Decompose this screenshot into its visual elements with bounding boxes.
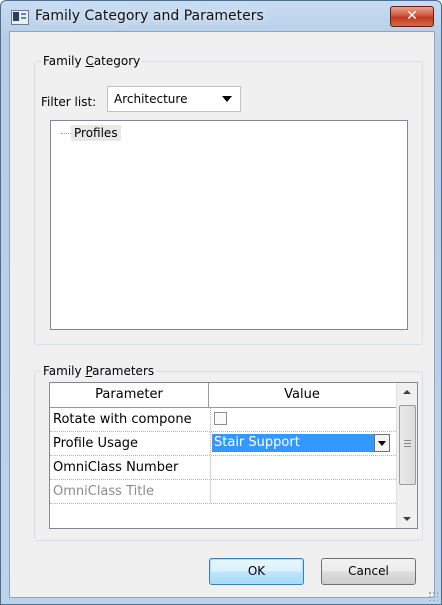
parameter-name: Profile Usage: [50, 432, 211, 455]
grid-row-profile-usage: Profile Usage Stair Support: [50, 432, 396, 456]
column-header-parameter[interactable]: Parameter: [50, 383, 209, 407]
tree-item-label: Profiles: [71, 125, 121, 141]
parameter-name: Rotate with compone: [50, 408, 211, 431]
cancel-button[interactable]: Cancel: [321, 558, 416, 585]
grid-row-omniclass-title: OmniClass Title: [50, 480, 396, 504]
category-tree[interactable]: Profiles: [50, 120, 408, 330]
column-header-value[interactable]: Value: [209, 383, 395, 407]
filter-list-label: Filter list:: [41, 95, 97, 109]
scroll-up-arrow-icon[interactable]: [397, 383, 417, 401]
grid-vertical-scrollbar[interactable]: [396, 383, 417, 528]
omniclass-title-value: [210, 480, 396, 503]
rotate-with-component-checkbox[interactable]: [214, 412, 227, 425]
parameters-grid: Parameter Value Rotate with compone Prof…: [49, 382, 418, 529]
grid-row-rotate-with-component: Rotate with compone: [50, 408, 396, 432]
scrollbar-thumb[interactable]: [399, 405, 416, 485]
filter-list-dropdown[interactable]: Architecture: [107, 86, 241, 112]
grid-header: Parameter Value: [50, 383, 396, 408]
grid-row-omniclass-number: OmniClass Number: [50, 456, 396, 480]
ok-button[interactable]: OK: [209, 558, 304, 585]
parameter-value: [210, 408, 396, 431]
window-title: Family Category and Parameters: [35, 8, 264, 24]
resize-grip-icon[interactable]: [428, 591, 438, 601]
omniclass-number-value[interactable]: [210, 456, 396, 479]
title-bar[interactable]: Family Category and Parameters ✕: [1, 1, 441, 31]
filter-list-value: Architecture: [114, 92, 188, 106]
close-button[interactable]: ✕: [390, 6, 434, 27]
parameter-value: Stair Support: [210, 432, 396, 455]
family-parameters-label: Family Parameters: [41, 364, 157, 378]
parameter-name: OmniClass Title: [50, 480, 211, 503]
family-category-label: Family Category: [41, 54, 143, 68]
chevron-down-icon[interactable]: [374, 434, 390, 452]
parameter-name: OmniClass Number: [50, 456, 211, 479]
chevron-down-icon: [222, 96, 232, 102]
dialog-window: Family Category and Parameters ✕ Family …: [0, 0, 442, 605]
app-icon: [11, 10, 29, 25]
close-icon: ✕: [406, 8, 418, 24]
profile-usage-dropdown[interactable]: Stair Support: [212, 434, 390, 452]
scroll-down-arrow-icon[interactable]: [397, 510, 417, 528]
profile-usage-selected-value: Stair Support: [212, 434, 375, 452]
